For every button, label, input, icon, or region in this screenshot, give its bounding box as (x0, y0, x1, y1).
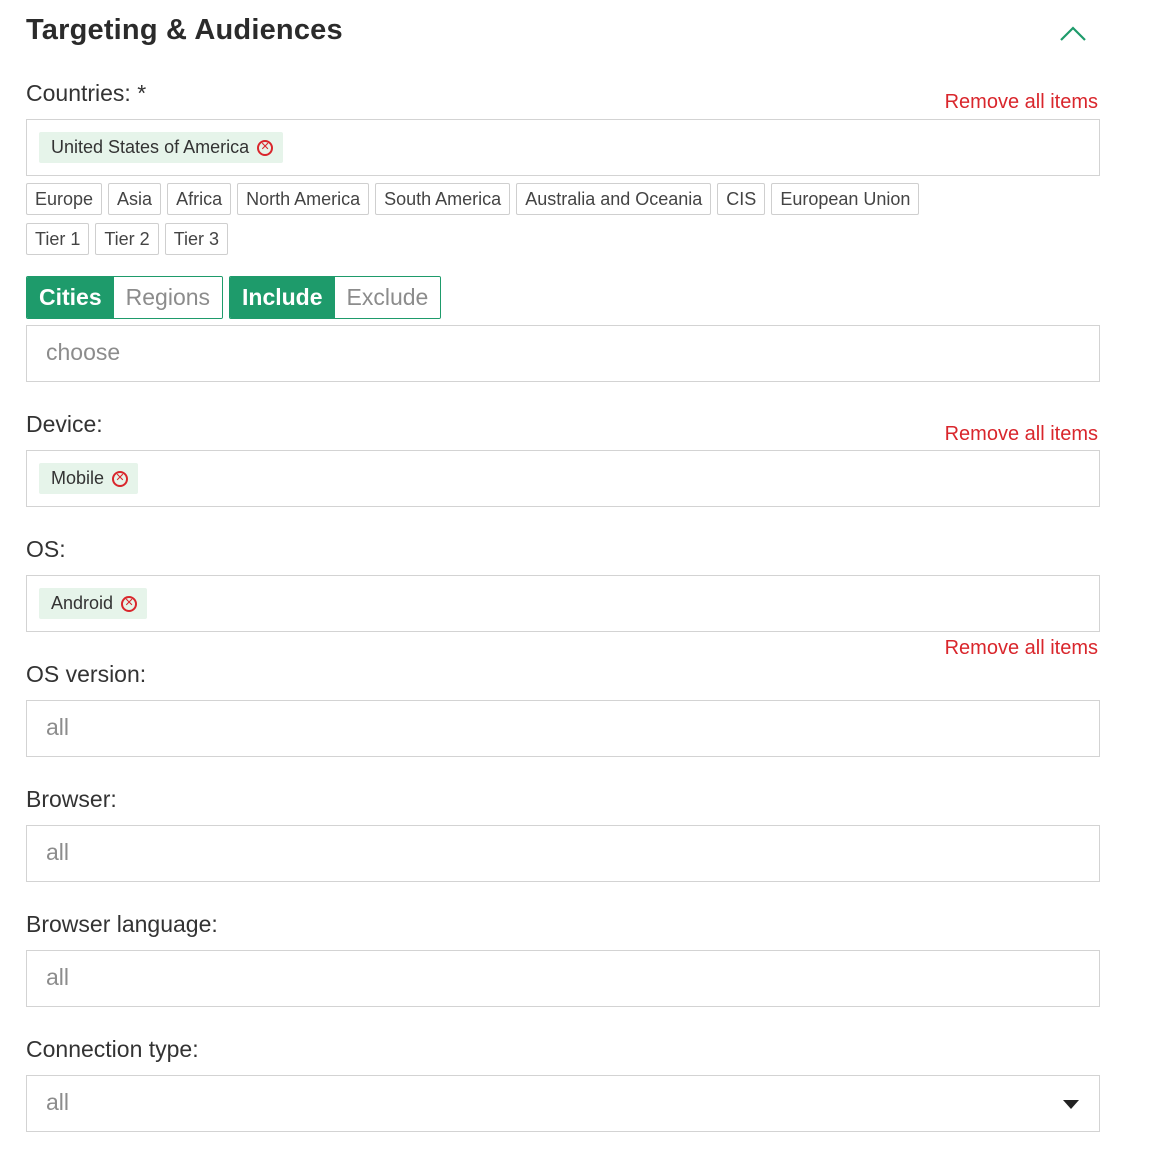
chevron-up-icon[interactable] (1058, 22, 1088, 44)
region-chip-africa[interactable]: Africa (167, 183, 232, 215)
connection-type-select[interactable]: all (26, 1075, 1100, 1132)
country-tag: United States of America ✕ (39, 132, 284, 163)
os-remove-all-link[interactable]: Remove all items (945, 637, 1098, 660)
include-toggle-button[interactable]: Include (230, 277, 335, 318)
include-exclude-toggle: Include Exclude (229, 276, 442, 319)
connection-type-label: Connection type: (26, 1036, 199, 1062)
region-chip-asia[interactable]: Asia (108, 183, 162, 215)
cities-placeholder: choose (46, 339, 121, 365)
device-remove-all-link[interactable]: Remove all items (945, 423, 1098, 446)
browser-placeholder: all (46, 839, 70, 865)
countries-remove-all-link[interactable]: Remove all items (945, 91, 1098, 114)
region-chip-north-america[interactable]: North America (237, 183, 370, 215)
exclude-toggle-button[interactable]: Exclude (334, 277, 441, 318)
country-tag-label: United States of America (51, 137, 250, 157)
close-circle-icon[interactable]: ✕ (257, 139, 274, 156)
region-chip-european-union[interactable]: European Union (771, 183, 920, 215)
tier-chip-2[interactable]: Tier 2 (95, 223, 159, 255)
regions-toggle-button[interactable]: Regions (113, 277, 223, 318)
os-version-placeholder: all (46, 714, 70, 740)
browser-select[interactable]: all (26, 825, 1100, 882)
os-select[interactable]: Android ✕ (26, 575, 1100, 632)
browser-language-placeholder: all (46, 964, 70, 990)
caret-down-icon[interactable] (1063, 1100, 1079, 1109)
os-tag: Android ✕ (39, 588, 148, 619)
region-chip-australia-oceania[interactable]: Australia and Oceania (516, 183, 712, 215)
geo-type-toggle: Cities Regions (26, 276, 224, 319)
os-tag-label: Android (51, 593, 114, 613)
device-tag-label: Mobile (51, 468, 105, 488)
browser-language-label: Browser language: (26, 911, 218, 937)
cities-toggle-button[interactable]: Cities (27, 277, 114, 318)
close-circle-icon[interactable]: ✕ (112, 470, 129, 487)
tier-chip-1[interactable]: Tier 1 (26, 223, 90, 255)
region-chip-europe[interactable]: Europe (26, 183, 103, 215)
device-label: Device: (26, 411, 103, 437)
connection-type-placeholder: all (46, 1089, 70, 1115)
os-label: OS: (26, 536, 66, 562)
cities-select[interactable]: choose (26, 325, 1100, 382)
browser-label: Browser: (26, 786, 117, 812)
close-circle-icon[interactable]: ✕ (121, 595, 138, 612)
tier-presets: Tier 1 Tier 2 Tier 3 (26, 223, 229, 255)
region-chip-cis[interactable]: CIS (717, 183, 766, 215)
browser-language-select[interactable]: all (26, 950, 1100, 1007)
device-tag: Mobile ✕ (39, 463, 139, 494)
region-chip-south-america[interactable]: South America (375, 183, 511, 215)
region-presets: Europe Asia Africa North America South A… (26, 183, 920, 215)
device-select[interactable]: Mobile ✕ (26, 450, 1100, 507)
os-version-select[interactable]: all (26, 700, 1100, 757)
section-title: Targeting & Audiences (26, 14, 343, 46)
tier-chip-3[interactable]: Tier 3 (164, 223, 229, 255)
countries-select[interactable]: United States of America ✕ (26, 119, 1100, 176)
countries-label: Countries: * (26, 80, 147, 106)
os-version-label: OS version: (26, 661, 147, 687)
